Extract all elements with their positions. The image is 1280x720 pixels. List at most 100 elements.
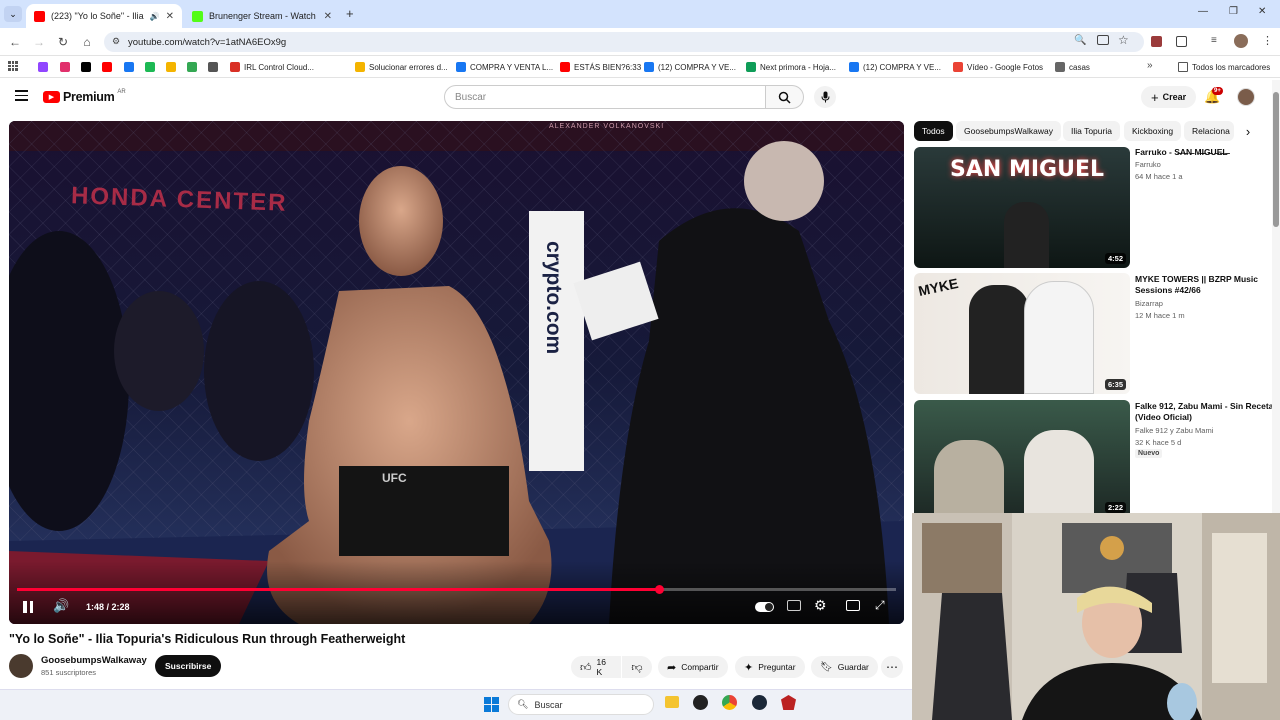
close-icon[interactable]: ✕	[324, 11, 332, 22]
bookmark-item[interactable]: Vídeo - Google Fotos	[953, 60, 1043, 74]
tab-kick[interactable]: Brunenger Stream - Watch Live on Kick ✕	[184, 4, 340, 28]
forward-icon[interactable]: →	[30, 33, 48, 51]
youtube-premium-logo[interactable]: ▶ Premium AR	[43, 89, 126, 104]
voice-search-button[interactable]	[814, 86, 836, 108]
bookmark-icon-item[interactable]	[60, 60, 70, 74]
chip-all[interactable]: Todos	[914, 121, 953, 141]
save-button[interactable]: 🔖︎ Guardar	[811, 656, 878, 678]
progress-bar[interactable]	[17, 585, 896, 594]
chrome-menu-icon[interactable]: ⋮	[1262, 34, 1273, 47]
file-explorer-icon[interactable]	[665, 696, 679, 708]
account-avatar[interactable]	[1237, 88, 1255, 106]
reload-icon[interactable]: ↻	[54, 33, 72, 51]
app-icon[interactable]	[693, 695, 708, 710]
chips-next-icon[interactable]: ›	[1238, 121, 1258, 141]
channel-avatar[interactable]	[9, 654, 33, 678]
chip-ilia-topuria[interactable]: Ilia Topuria	[1063, 121, 1120, 141]
back-icon[interactable]: ←	[6, 33, 24, 51]
bookmark-icon-item[interactable]	[124, 60, 134, 74]
bookmark-item[interactable]: (12) COMPRA Y VE...	[644, 60, 736, 74]
bookmark-item[interactable]: Next primora - Hoja...	[746, 60, 836, 74]
bookmark-item[interactable]: Solucionar errores d...	[355, 60, 448, 74]
bookmark-item[interactable]: ESTÁS BIEN?6:33	[560, 60, 641, 74]
ask-button[interactable]: ✦ Preguntar	[735, 656, 805, 678]
bookmark-item[interactable]: IRL Control Cloud...	[230, 60, 314, 74]
chrome-icon[interactable]	[722, 695, 737, 710]
cast-icon[interactable]	[1097, 35, 1109, 45]
related-meta-1: 64 M hace 1 a	[1135, 172, 1183, 181]
bookmark-item[interactable]: casas	[1055, 60, 1090, 74]
bookmark-icon-item[interactable]	[38, 60, 48, 74]
minimize-button[interactable]: —	[1198, 6, 1208, 17]
chip-related[interactable]: Relaciona	[1184, 121, 1234, 141]
new-tab-button[interactable]: +	[346, 6, 354, 21]
taskbar-search-input[interactable]: 🔍︎ Buscar	[508, 694, 654, 715]
related-title-1[interactable]: Farruko - S̶A̶N̶ M̶I̶G̶U̶E̶L̶	[1135, 147, 1275, 158]
bookmark-icon-item[interactable]	[145, 60, 155, 74]
channel-name[interactable]: GoosebumpsWalkaway	[41, 655, 147, 666]
hamburger-menu-icon[interactable]	[15, 90, 28, 101]
chip-kickboxing[interactable]: Kickboxing	[1124, 121, 1182, 141]
tab-youtube[interactable]: (223) "Yo lo Soñe" - Ilia Topuria's... 🔊…	[26, 4, 182, 28]
address-bar[interactable]: ⚙ youtube.com/watch?v=1atNA6EOx9g	[104, 32, 1144, 52]
theater-mode-icon[interactable]	[846, 600, 860, 611]
time-display: 1:48 / 2:28	[86, 602, 130, 612]
close-icon[interactable]: ✕	[166, 11, 174, 22]
subscribe-button[interactable]: Suscribirse	[155, 655, 222, 677]
related-channel-1[interactable]: Farruko	[1135, 159, 1161, 170]
bookmark-favicon-icon	[102, 62, 112, 72]
related-thumbnail-3[interactable]: 2:22	[914, 400, 1130, 513]
page-scrollbar[interactable]	[1272, 80, 1280, 513]
tab-search-button[interactable]: ⌄	[4, 6, 22, 22]
related-thumbnail-1[interactable]: SAN MIGUEL 4:52	[914, 147, 1130, 268]
related-thumbnail-2[interactable]: MYKE 6:35	[914, 273, 1130, 394]
close-window-button[interactable]: ✕	[1258, 6, 1266, 17]
bookmark-icon-item[interactable]	[187, 60, 197, 74]
home-icon[interactable]: ⌂	[78, 33, 96, 51]
bookmark-icon-item[interactable]	[208, 60, 218, 74]
apps-grid-icon[interactable]	[8, 61, 18, 71]
zoom-icon[interactable]: 🔍	[1074, 35, 1086, 46]
search-input[interactable]: Buscar	[444, 85, 766, 109]
search-button[interactable]	[766, 85, 804, 109]
more-actions-icon[interactable]: ⋯	[881, 656, 903, 678]
bookmark-icon-item[interactable]	[81, 60, 91, 74]
steam-icon[interactable]	[752, 695, 767, 710]
bookmark-item[interactable]: COMPRA Y VENTA L...	[456, 60, 553, 74]
related-channel-2[interactable]: Bizarrap	[1135, 298, 1163, 309]
media-control-icon[interactable]: ≡	[1211, 35, 1217, 46]
subtitles-icon[interactable]	[787, 600, 801, 611]
bookmark-icon-item[interactable]	[102, 60, 112, 74]
extension-icon[interactable]	[1151, 36, 1162, 47]
related-title-3[interactable]: Falke 912, Zabu Mami - Sin Receta (Video…	[1135, 401, 1275, 423]
extensions-puzzle-icon[interactable]	[1176, 36, 1187, 47]
thumbnail-figure	[1024, 430, 1094, 513]
bookmark-star-icon[interactable]: ☆	[1118, 33, 1129, 47]
profile-avatar[interactable]	[1234, 34, 1248, 48]
pause-icon[interactable]	[23, 601, 35, 613]
autoplay-toggle[interactable]	[755, 602, 774, 612]
chip-channel[interactable]: GoosebumpsWalkaway	[956, 121, 1061, 141]
related-channel-3[interactable]: Falke 912 y Zabu Mami	[1135, 425, 1213, 436]
progress-scrubber[interactable]	[654, 585, 664, 594]
scrollbar-thumb[interactable]	[1273, 92, 1279, 227]
video-player[interactable]: HONDA CENTER crypto.com UFC ALEXANDER VO…	[9, 121, 904, 624]
audio-playing-icon[interactable]: 🔊	[150, 12, 160, 21]
sparkle-icon: ✦	[744, 661, 754, 674]
bookmark-icon-item[interactable]	[166, 60, 176, 74]
restore-button[interactable]: ❐	[1229, 6, 1238, 17]
fullscreen-icon[interactable]: ⤢	[875, 598, 885, 613]
all-bookmarks-folder[interactable]: Todos los marcadores	[1178, 60, 1270, 74]
share-button[interactable]: ➦ Compartir	[658, 656, 728, 678]
dislike-button[interactable]: 👎︎	[622, 656, 652, 678]
settings-gear-icon[interactable]: ⚙	[814, 597, 827, 614]
volume-icon[interactable]: 🔊	[53, 598, 69, 614]
related-title-2[interactable]: MYKE TOWERS || BZRP Music Sessions #42/6…	[1135, 274, 1275, 296]
windows-start-icon[interactable]	[484, 697, 499, 712]
site-info-icon[interactable]: ⚙	[112, 36, 120, 47]
like-button[interactable]: 👍︎ 16 K	[571, 656, 621, 678]
plus-icon: +	[1151, 89, 1159, 105]
create-button[interactable]: + Crear	[1141, 86, 1197, 108]
more-bookmarks-icon[interactable]: »	[1147, 60, 1153, 71]
bookmark-item[interactable]: (12) COMPRA Y VE...	[849, 60, 941, 74]
